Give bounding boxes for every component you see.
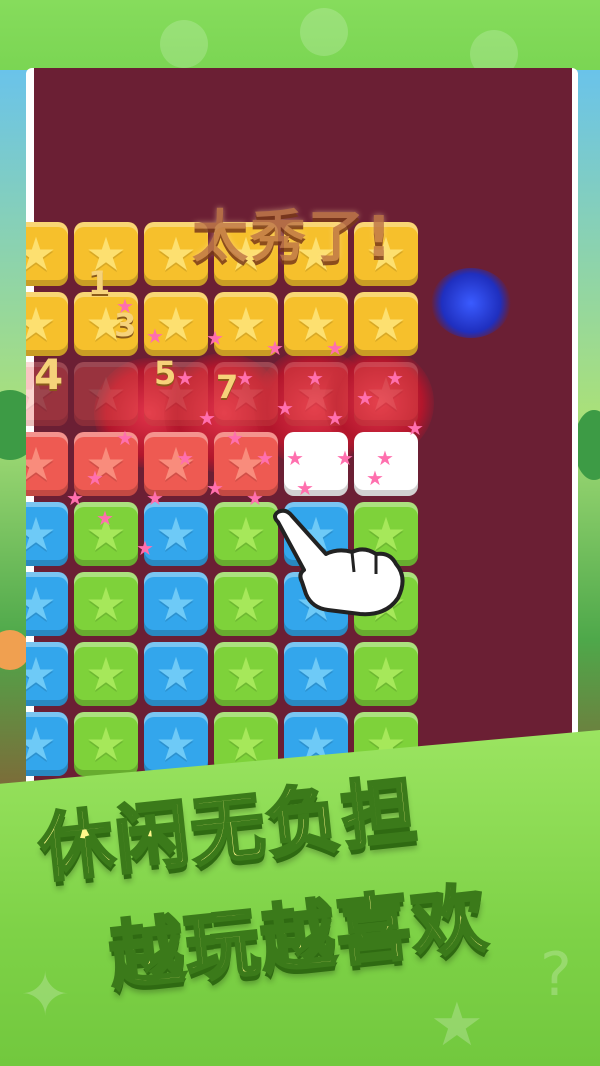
star-icon: ★: [85, 577, 127, 631]
star-icon: ★: [225, 717, 267, 771]
tile-yellow[interactable]: ★: [26, 222, 68, 286]
star-icon: ★: [26, 227, 57, 281]
star-icon: ★: [26, 297, 57, 351]
tile-blue[interactable]: ★: [284, 642, 348, 706]
star-icon: ★: [295, 647, 337, 701]
question-icon: [300, 8, 348, 56]
star-icon: ★: [430, 990, 484, 1060]
star-icon: ★: [26, 717, 57, 771]
star-icon: ★: [26, 647, 57, 701]
confetti-star-icon: ★: [198, 406, 216, 430]
praise-text: 太秀了!: [192, 205, 394, 270]
star-icon: ★: [26, 577, 57, 631]
star-icon: ★: [225, 647, 267, 701]
star-icon: ★: [365, 647, 407, 701]
confetti-star-icon: ★: [256, 446, 274, 470]
confetti-star-icon: ★: [296, 476, 314, 500]
confetti-star-icon: ★: [266, 336, 284, 360]
confetti-star-icon: ★: [386, 366, 404, 390]
star-icon: ★: [85, 717, 127, 771]
tile-green[interactable]: ★: [214, 642, 278, 706]
star-icon: ★: [26, 437, 57, 491]
tile-yellow[interactable]: ★: [354, 292, 418, 356]
sparkle-effect: [431, 268, 511, 338]
tile-blue[interactable]: ★: [26, 642, 68, 706]
combo-number: 7: [216, 368, 239, 406]
confetti-star-icon: ★: [356, 386, 374, 410]
star-icon: ★: [155, 717, 197, 771]
tile-blue[interactable]: ★: [26, 502, 68, 566]
confetti-star-icon: ★: [96, 506, 114, 530]
tile-green[interactable]: ★: [74, 642, 138, 706]
tile-blue[interactable]: ★: [144, 572, 208, 636]
confetti-star-icon: ★: [236, 366, 254, 390]
tile-green[interactable]: ★: [354, 642, 418, 706]
confetti-star-icon: ★: [336, 446, 354, 470]
combo-number: 4: [34, 350, 64, 399]
star-icon: ★: [155, 577, 197, 631]
question-icon: ?: [540, 940, 572, 1010]
tile-green[interactable]: ★: [74, 712, 138, 776]
confetti-star-icon: ★: [326, 336, 344, 360]
combo-number: 1: [88, 264, 111, 302]
tile-blue[interactable]: ★: [144, 642, 208, 706]
combo-number: 5: [154, 354, 177, 392]
confetti-star-icon: ★: [176, 366, 194, 390]
pointer-hand-icon: [273, 508, 405, 617]
tile-blue[interactable]: ★: [26, 712, 68, 776]
book-icon: [160, 20, 208, 68]
confetti-star-icon: ★: [116, 426, 134, 450]
star-icon: ★: [225, 297, 267, 351]
tile-yellow[interactable]: ★: [26, 292, 68, 356]
confetti-star-icon: ★: [366, 466, 384, 490]
confetti-star-icon: ★: [376, 446, 394, 470]
confetti-star-icon: ★: [326, 406, 344, 430]
confetti-star-icon: ★: [306, 366, 324, 390]
confetti-star-icon: ★: [206, 476, 224, 500]
confetti-star-icon: ★: [146, 324, 164, 348]
book-icon: ✦: [20, 960, 71, 1030]
confetti-star-icon: ★: [246, 486, 264, 510]
star-icon: ★: [155, 227, 197, 281]
confetti-star-icon: ★: [116, 294, 134, 318]
star-icon: ★: [155, 647, 197, 701]
confetti-star-icon: ★: [286, 446, 304, 470]
confetti-star-icon: ★: [86, 466, 104, 490]
tile-blue[interactable]: ★: [26, 572, 68, 636]
star-icon: ★: [225, 577, 267, 631]
confetti-star-icon: ★: [226, 426, 244, 450]
tile-red[interactable]: ★: [26, 432, 68, 496]
confetti-star-icon: ★: [146, 486, 164, 510]
confetti-star-icon: ★: [406, 416, 424, 440]
phone-screen: ★ ★ ★ ★ ★ ★ ★ ★ ★ ★ ★ ★ ★ ★ ★ ★ ★ ★ ★ ★ ★ ★ ★ ★ ★ ★ ★ ★ ★ ★ ★ ★ ★ ★ ★ ★ ★ ★ ★ ★…: [26, 68, 578, 828]
star-icon: ★: [365, 297, 407, 351]
confetti-star-icon: ★: [136, 536, 154, 560]
star-icon: ★: [26, 507, 57, 561]
tile-green[interactable]: ★: [74, 572, 138, 636]
star-icon: ★: [85, 647, 127, 701]
star-icon: ★: [225, 507, 267, 561]
star-icon: ★: [155, 507, 197, 561]
confetti-star-icon: ★: [176, 446, 194, 470]
confetti-star-icon: ★: [276, 396, 294, 420]
confetti-star-icon: ★: [66, 486, 84, 510]
tile-red[interactable]: ★: [74, 362, 138, 426]
confetti-star-icon: ★: [206, 326, 224, 350]
star-icon: ★: [85, 367, 127, 421]
